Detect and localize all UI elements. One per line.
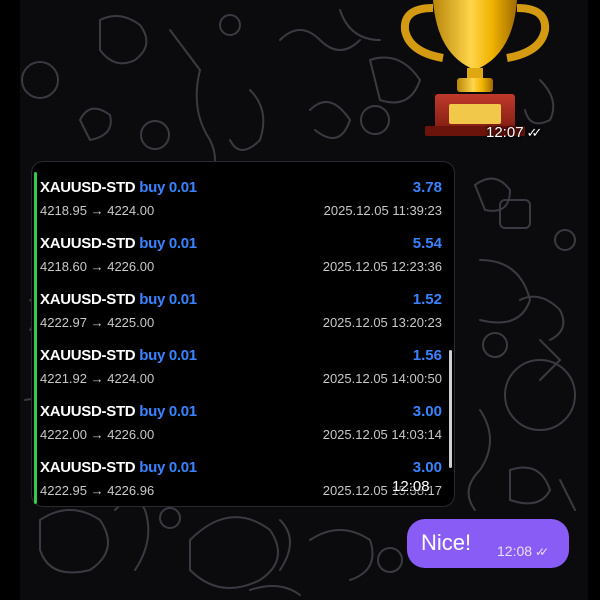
trade-symbol-label: XAUUSD-STD buy 0.01 [40,235,197,252]
trade-profit: 1.52 [412,291,442,308]
trade-datetime: 2025.12.05 11:39:23 [323,203,442,218]
trade-prices: 4218.95 → 4224.00 [40,203,155,218]
trade-symbol: XAUUSD-STD [40,291,136,308]
trade-profit: 1.56 [412,347,442,364]
double-check-icon: ✓✓ [526,125,543,140]
trade-symbol-label: XAUUSD-STD buy 0.01 [40,459,197,476]
trade-symbol-label: XAUUSD-STD buy 0.01 [40,403,197,420]
trade-side: buy 0.01 [139,403,197,420]
trade-symbol-label: XAUUSD-STD buy 0.01 [40,179,197,196]
trade-profit: 3.00 [412,459,442,476]
trade-row: XAUUSD-STD buy 0.01 3.00 4222.00 → 4226.… [40,393,450,442]
trade-datetime: 2025.12.05 14:03:14 [322,427,442,442]
trade-side: buy 0.01 [139,459,197,476]
time-label: 12:07 [486,124,524,141]
trade-side: buy 0.01 [139,347,197,364]
trade-prices: 4222.97 → 4225.00 [40,315,155,330]
right-frame-edge [588,0,600,600]
trade-datetime: 2025.12.05 13:20:23 [322,315,442,330]
trophy-sticker[interactable] [395,0,555,140]
trade-profit: 3.78 [412,179,442,196]
trade-datetime: 2025.12.05 12:23:36 [322,259,442,274]
trade-prices: 4221.92 → 4224.00 [40,371,155,386]
trade-row: XAUUSD-STD buy 0.01 5.54 4218.60 → 4226.… [40,225,450,274]
trade-row: XAUUSD-STD buy 0.01 3.78 4218.95 → 4224.… [40,169,450,218]
message-text: Nice! [421,530,472,555]
time-label: 12:08 [497,543,533,559]
trade-side: buy 0.01 [139,291,197,308]
trophy-message-time: 12:07 ✓✓ [486,124,543,141]
trade-prices: 4222.00 → 4226.00 [40,427,155,442]
trade-side: buy 0.01 [139,179,197,196]
trophy-icon [400,0,550,136]
left-frame-edge [0,0,20,600]
outgoing-message-bubble[interactable]: Nice! 12:08 ✓✓ [407,519,569,568]
trade-prices: 4218.60 → 4226.00 [40,259,155,274]
trade-profit: 3.00 [412,403,442,420]
trade-symbol: XAUUSD-STD [40,459,136,476]
trade-datetime: 2025.12.05 14:00:50 [322,371,442,386]
trade-prices: 4222.95 → 4226.96 [40,483,155,498]
trade-symbol: XAUUSD-STD [40,347,136,364]
trade-profit: 5.54 [412,235,442,252]
trades-message-time: 12:08 [392,478,430,495]
trades-message-bubble[interactable]: XAUUSD-STD buy 0.01 3.78 4218.95 → 4224.… [31,161,455,507]
trade-side: buy 0.01 [139,235,197,252]
trade-symbol: XAUUSD-STD [40,403,136,420]
quote-accent-bar [34,172,37,504]
trade-row: XAUUSD-STD buy 0.01 3.00 4222.95 → 4226.… [40,449,450,498]
scrollbar-thumb[interactable] [449,350,452,468]
outgoing-message-time: 12:08 ✓✓ [497,543,549,559]
trade-symbol-label: XAUUSD-STD buy 0.01 [40,291,197,308]
trade-symbol-label: XAUUSD-STD buy 0.01 [40,347,197,364]
trade-row: XAUUSD-STD buy 0.01 1.56 4221.92 → 4224.… [40,337,450,386]
double-check-icon: ✓✓ [535,545,549,559]
trade-symbol: XAUUSD-STD [40,179,136,196]
trade-symbol: XAUUSD-STD [40,235,136,252]
trade-row: XAUUSD-STD buy 0.01 1.52 4222.97 → 4225.… [40,281,450,330]
